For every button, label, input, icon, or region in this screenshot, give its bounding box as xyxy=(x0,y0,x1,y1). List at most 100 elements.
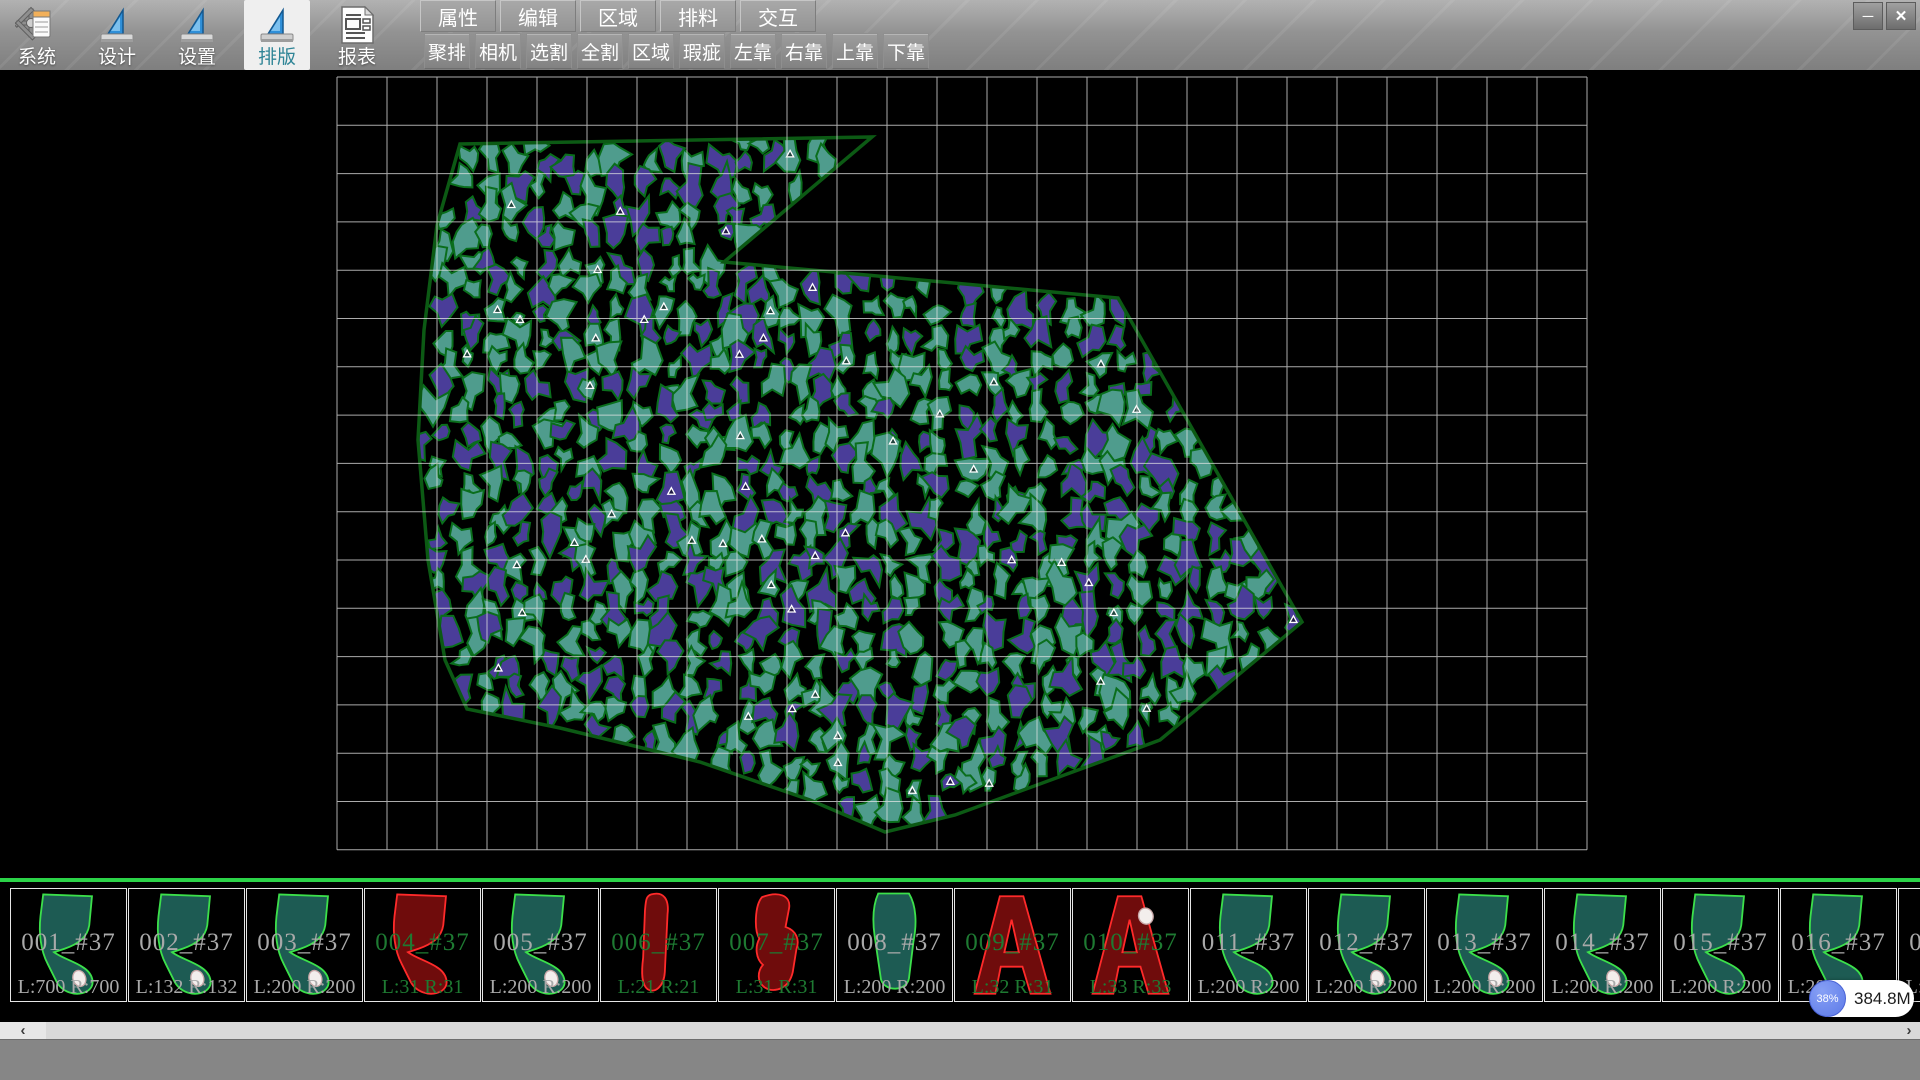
memory-usage-badge: 38% 384.8M xyxy=(1810,980,1914,1017)
action-button[interactable]: 下靠 xyxy=(883,33,929,69)
action-button[interactable]: 全割 xyxy=(577,33,623,69)
part-lr-count: L:200 R:200 xyxy=(1427,976,1542,999)
mode-design-label: 设计 xyxy=(98,47,136,68)
action-button[interactable]: 区域 xyxy=(628,33,674,69)
action-button[interactable]: 瑕疵 xyxy=(679,33,725,69)
nesting-triangle-ruler-icon xyxy=(255,3,299,47)
part-cell[interactable]: 005_#37 L:200 R:200 xyxy=(482,888,599,1002)
mode-nesting-label: 排版 xyxy=(258,47,296,68)
action-button-label: 右靠 xyxy=(785,38,823,65)
scroll-left-icon: ‹ xyxy=(21,1022,26,1039)
close-button[interactable]: ✕ xyxy=(1886,2,1916,30)
action-button-label: 相机 xyxy=(479,38,517,65)
action-button-label: 区域 xyxy=(632,38,670,65)
report-document-icon xyxy=(335,3,379,47)
mode-system-button[interactable]: 系统 xyxy=(4,0,70,70)
mode-design-button[interactable]: 设计 xyxy=(84,0,150,70)
menu-tab[interactable]: 编辑 xyxy=(500,0,576,32)
part-id-label: 017_#37 xyxy=(1899,929,1920,957)
mode-system-label: 系统 xyxy=(18,47,56,68)
menu-tab-label: 编辑 xyxy=(518,2,558,31)
part-cell[interactable]: 008_#37 L:200 R:200 xyxy=(836,888,953,1002)
action-button[interactable]: 相机 xyxy=(475,33,521,69)
part-cell[interactable]: 006_#37 L:21 R:21 xyxy=(600,888,717,1002)
part-cell[interactable]: 013_#37 L:200 R:200 xyxy=(1426,888,1543,1002)
menu-tab-label: 属性 xyxy=(438,2,478,31)
part-id-label: 012_#37 xyxy=(1309,929,1424,957)
part-cell[interactable]: 014_#37 L:200 R:200 xyxy=(1544,888,1661,1002)
part-lr-count: L:31 R:31 xyxy=(719,976,834,999)
action-button-label: 聚排 xyxy=(428,38,466,65)
parts-cells: 001_#37 L:700 R:700 002_#37 L:132 R:132 … xyxy=(10,888,1920,1002)
nested-hide-drawing xyxy=(0,70,1920,878)
part-id-label: 001_#37 xyxy=(11,929,126,957)
part-lr-count: L:200 R:200 xyxy=(1191,976,1306,999)
menu-tab-label: 交互 xyxy=(758,2,798,31)
action-button-label: 上靠 xyxy=(836,38,874,65)
part-cell[interactable]: 009_#37 L:32 R:31 xyxy=(954,888,1071,1002)
nesting-canvas[interactable] xyxy=(0,70,1920,878)
part-cell[interactable]: 007_#37 L:31 R:31 xyxy=(718,888,835,1002)
mode-report-label: 报表 xyxy=(338,47,376,68)
usage-percent-value: 38% xyxy=(1816,993,1838,1005)
menu-tab[interactable]: 区域 xyxy=(580,0,656,32)
menu-tab[interactable]: 排料 xyxy=(660,0,736,32)
part-id-label: 011_#37 xyxy=(1191,929,1306,957)
part-cell[interactable]: 015_#37 L:200 R:200 xyxy=(1662,888,1779,1002)
toolbar: 系统 设计 设置 xyxy=(0,0,1920,70)
action-button[interactable]: 聚排 xyxy=(424,33,470,69)
part-lr-count: L:200 R:200 xyxy=(837,976,952,999)
part-id-label: 002_#37 xyxy=(129,929,244,957)
part-lr-count: L:200 R:200 xyxy=(1309,976,1424,999)
part-id-label: 014_#37 xyxy=(1545,929,1660,957)
part-cell[interactable]: 001_#37 L:700 R:700 xyxy=(10,888,127,1002)
part-id-label: 009_#37 xyxy=(955,929,1070,957)
part-cell[interactable]: 010_#37 L:33 R:33 xyxy=(1072,888,1189,1002)
action-button[interactable]: 左靠 xyxy=(730,33,776,69)
scroll-right-button[interactable]: › xyxy=(1898,1022,1920,1039)
menu-tab-label: 区域 xyxy=(598,2,638,31)
menu-tab[interactable]: 交互 xyxy=(740,0,816,32)
mode-report-button[interactable]: 报表 xyxy=(324,0,390,70)
part-id-label: 010_#37 xyxy=(1073,929,1188,957)
mode-settings-button[interactable]: 设置 xyxy=(164,0,230,70)
action-button-label: 下靠 xyxy=(887,38,925,65)
part-id-label: 015_#37 xyxy=(1663,929,1778,957)
part-lr-count: L:132 R:132 xyxy=(129,976,244,999)
action-button[interactable]: 上靠 xyxy=(832,33,878,69)
action-button-row: 聚排 相机 选割 全割 区域 瑕疵 xyxy=(424,33,934,69)
part-lr-count: L:700 R:700 xyxy=(11,976,126,999)
part-cell[interactable]: 004_#37 L:31 R:31 xyxy=(364,888,481,1002)
menu-tab[interactable]: 属性 xyxy=(420,0,496,32)
part-id-label: 004_#37 xyxy=(365,929,480,957)
part-cell[interactable]: 002_#37 L:132 R:132 xyxy=(128,888,245,1002)
action-button-label: 左靠 xyxy=(734,38,772,65)
part-cell[interactable]: 012_#37 L:200 R:200 xyxy=(1308,888,1425,1002)
menu-tab-label: 排料 xyxy=(678,2,718,31)
action-button[interactable]: 选割 xyxy=(526,33,572,69)
horizontal-scrollbar[interactable]: ‹ › xyxy=(0,1022,1920,1039)
nesting-app-window: 系统 设计 设置 xyxy=(0,0,1920,1080)
action-button[interactable]: 右靠 xyxy=(781,33,827,69)
part-lr-count: L:200 R:200 xyxy=(1663,976,1778,999)
system-gear-icon xyxy=(15,3,59,47)
part-lr-count: L:32 R:31 xyxy=(955,976,1070,999)
part-id-label: 013_#37 xyxy=(1427,929,1542,957)
action-button-label: 全割 xyxy=(581,38,619,65)
minimize-icon: ─ xyxy=(1863,8,1874,25)
mode-settings-label: 设置 xyxy=(178,47,216,68)
usage-percent-indicator: 38% xyxy=(1809,980,1846,1017)
status-bar xyxy=(0,1039,1920,1080)
main-mode-dock: 系统 设计 设置 xyxy=(4,0,404,70)
scroll-left-button[interactable]: ‹ xyxy=(0,1022,46,1039)
part-cell[interactable]: 003_#37 L:200 R:200 xyxy=(246,888,363,1002)
part-cell[interactable]: 011_#37 L:200 R:200 xyxy=(1190,888,1307,1002)
part-id-label: 016_#37 xyxy=(1781,929,1896,957)
minimize-button[interactable]: ─ xyxy=(1853,2,1883,30)
part-lr-count: L:200 R:200 xyxy=(1545,976,1660,999)
close-icon: ✕ xyxy=(1895,7,1908,25)
part-id-label: 008_#37 xyxy=(837,929,952,957)
mode-nesting-button-active[interactable]: 排版 xyxy=(244,0,310,70)
action-button-label: 瑕疵 xyxy=(683,38,721,65)
design-triangle-ruler-icon xyxy=(95,3,139,47)
